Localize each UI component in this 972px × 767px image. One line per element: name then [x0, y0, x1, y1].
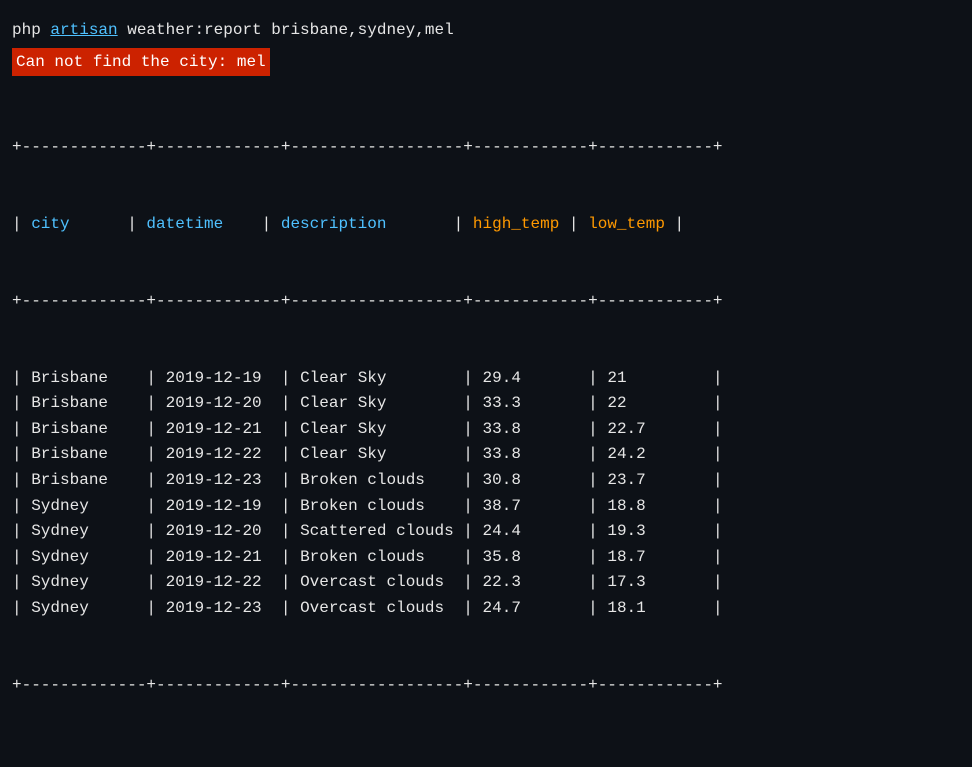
error-message: Can not find the city: mel [12, 48, 960, 84]
table-row: | Sydney | 2019-12-21 | Broken clouds | … [12, 545, 960, 571]
cmd-rest: weather:report brisbane,sydney,mel [118, 21, 454, 39]
table-row: | Brisbane | 2019-12-22 | Clear Sky | 33… [12, 442, 960, 468]
table-row: | Sydney | 2019-12-20 | Scattered clouds… [12, 519, 960, 545]
cmd-php: php [12, 21, 50, 39]
table-rows: | Brisbane | 2019-12-19 | Clear Sky | 29… [12, 366, 960, 622]
command-line: php artisan weather:report brisbane,sydn… [12, 18, 960, 42]
separator-top: +-------------+-------------+-----------… [12, 135, 960, 161]
table-row: | Brisbane | 2019-12-20 | Clear Sky | 33… [12, 391, 960, 417]
table-row: | Brisbane | 2019-12-23 | Broken clouds … [12, 468, 960, 494]
table-row: | Sydney | 2019-12-22 | Overcast clouds … [12, 570, 960, 596]
header-city: city [31, 215, 69, 233]
separator-bottom: +-------------+-------------+-----------… [12, 673, 960, 699]
terminal: php artisan weather:report brisbane,sydn… [0, 10, 972, 757]
table-row: | Sydney | 2019-12-19 | Broken clouds | … [12, 494, 960, 520]
cmd-artisan: artisan [50, 21, 117, 39]
error-text: Can not find the city: mel [12, 48, 270, 76]
header-high-temp: high_temp [473, 215, 559, 233]
table-row: | Brisbane | 2019-12-19 | Clear Sky | 29… [12, 366, 960, 392]
header-datetime: datetime [146, 215, 223, 233]
header-description: description [281, 215, 387, 233]
table-row: | Brisbane | 2019-12-21 | Clear Sky | 33… [12, 417, 960, 443]
table-row: | Sydney | 2019-12-23 | Overcast clouds … [12, 596, 960, 622]
table-container: +-------------+-------------+-----------… [12, 84, 960, 749]
header-low-temp: low_temp [588, 215, 665, 233]
header-row: | city | datetime | description | high_t… [12, 212, 960, 238]
separator-header: +-------------+-------------+-----------… [12, 289, 960, 315]
